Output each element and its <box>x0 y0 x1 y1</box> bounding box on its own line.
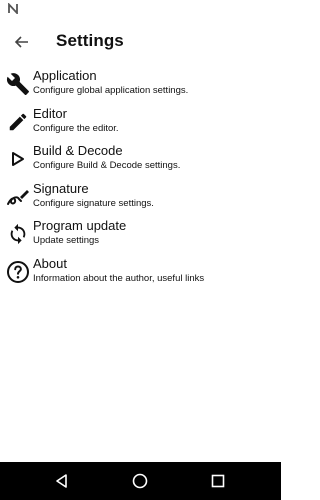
app-bar: Settings <box>0 18 281 66</box>
settings-item-build-decode[interactable]: Build & Decode Configure Build & Decode … <box>0 141 281 179</box>
item-label: Signature <box>33 180 89 196</box>
item-label: Editor <box>33 105 67 121</box>
navigation-bar <box>0 462 281 500</box>
item-subtitle: Update settings <box>33 235 100 246</box>
status-bar <box>0 0 281 18</box>
item-subtitle: Configure signature settings. <box>33 197 154 209</box>
item-label: About <box>33 255 67 271</box>
item-label: Application <box>33 68 97 83</box>
back-button[interactable] <box>10 30 34 54</box>
play-icon <box>6 147 30 171</box>
arrow-left-icon <box>14 36 28 48</box>
item-label: Program update <box>33 218 127 233</box>
settings-item-program-update[interactable]: Program update Update settings <box>0 216 281 254</box>
page-title: Settings <box>56 31 124 50</box>
settings-item-about[interactable]: About Information about the author, usef… <box>0 254 281 292</box>
settings-list: Application Configure global application… <box>0 66 281 291</box>
nav-home-circle-icon <box>132 473 148 489</box>
help-circle-icon <box>6 260 30 284</box>
settings-item-application[interactable]: Application Configure global application… <box>0 66 281 104</box>
wrench-icon <box>6 72 30 96</box>
item-subtitle: Configure global application settings. <box>33 85 189 96</box>
nav-home-button[interactable] <box>130 471 150 491</box>
nav-recents-button[interactable] <box>208 471 228 491</box>
item-subtitle: Information about the author, useful lin… <box>33 272 205 284</box>
pencil-icon <box>6 110 30 134</box>
settings-item-editor[interactable]: Editor Configure the editor. <box>0 104 281 142</box>
n-notification-icon <box>8 3 18 14</box>
item-subtitle: Configure the editor. <box>33 122 119 134</box>
nav-recents-square-icon <box>211 474 225 488</box>
nav-back-button[interactable] <box>52 471 72 491</box>
settings-item-signature[interactable]: Signature Configure signature settings. <box>0 179 281 217</box>
sync-icon <box>6 222 30 246</box>
item-subtitle: Configure Build & Decode settings. <box>33 160 181 171</box>
nav-back-triangle-icon <box>56 474 67 488</box>
item-label: Build & Decode <box>33 143 123 158</box>
signature-icon <box>6 185 30 209</box>
